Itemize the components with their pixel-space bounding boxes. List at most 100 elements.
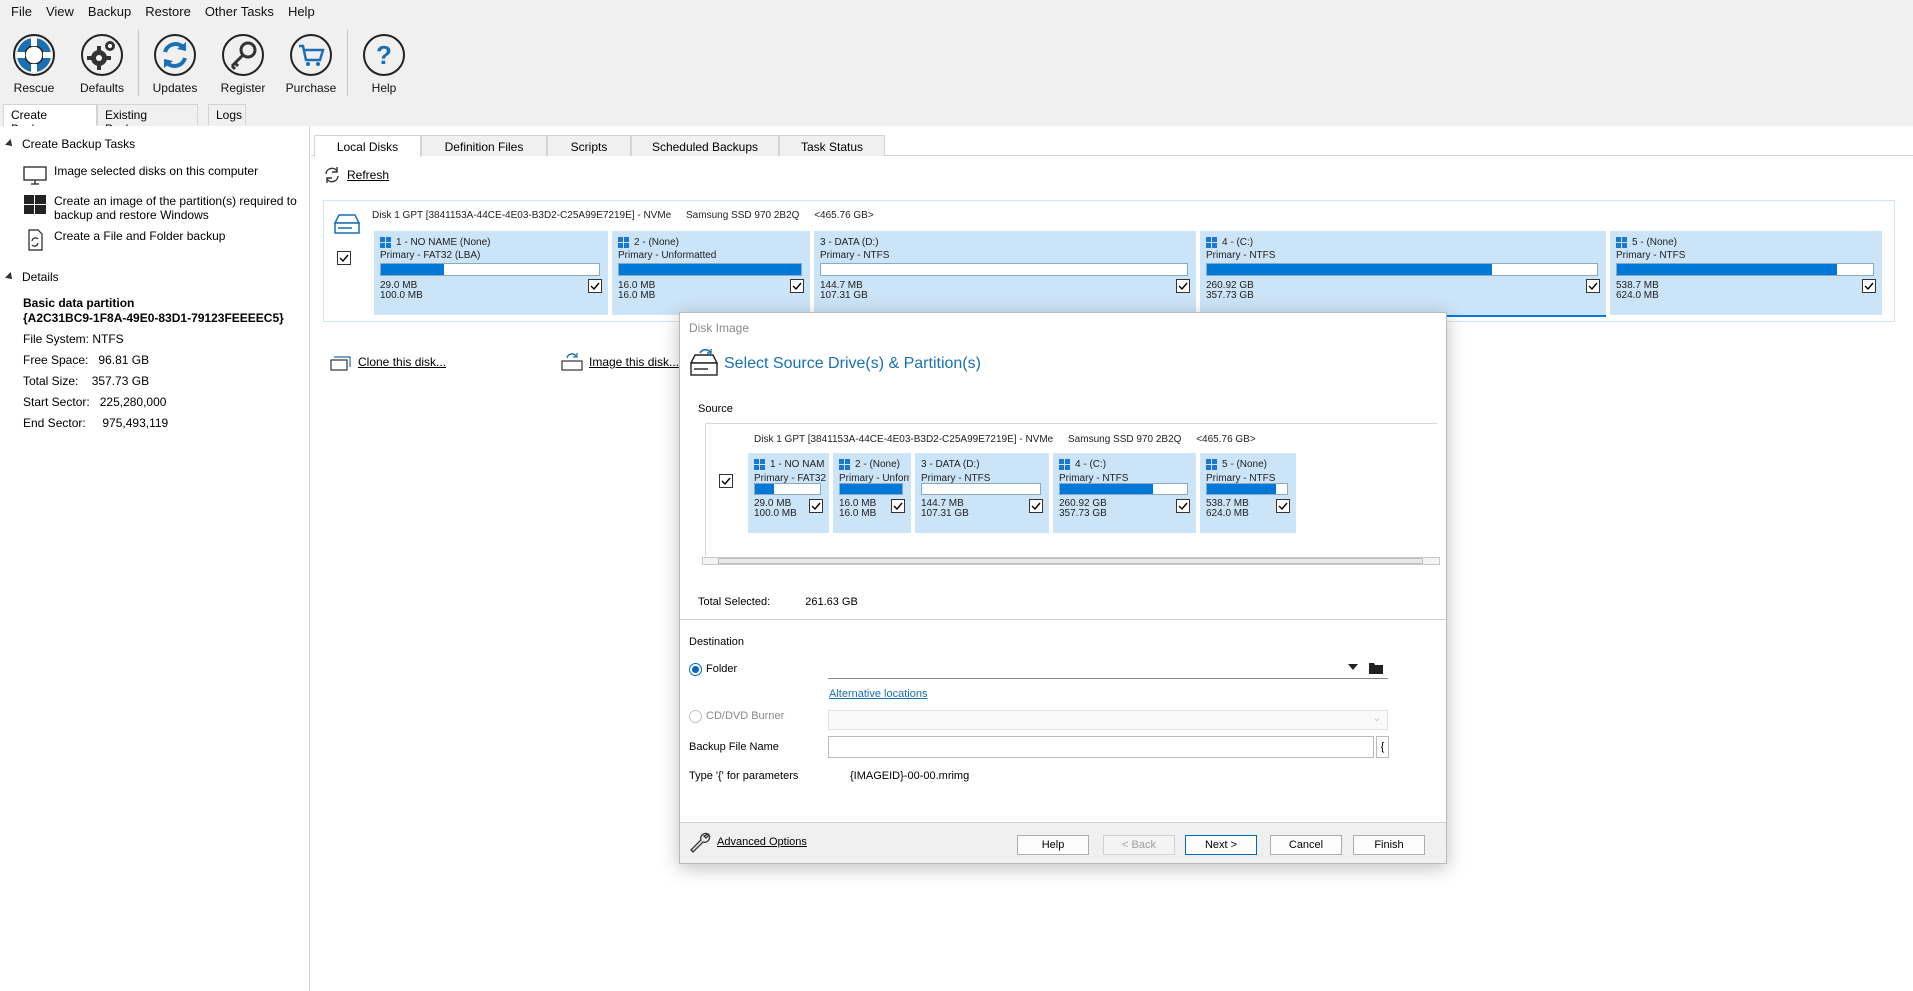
partition-tile[interactable]: 2 - (None)Primary - Unformatt16.0 MB16.0…	[833, 453, 911, 533]
partition-tile[interactable]: 5 - (None) Primary - NTFS 538.7 MB 624.0 MB	[1610, 231, 1882, 315]
help-button[interactable]: ? Help	[350, 22, 418, 102]
partition-usage-bar	[618, 263, 802, 276]
details-end-sector: End Sector: 975,493,119	[23, 416, 168, 430]
finish-button[interactable]: Finish	[1353, 835, 1425, 855]
tab-existing-backups[interactable]: Existing Backups	[97, 104, 198, 136]
checkmark-icon	[893, 502, 903, 511]
menu-view[interactable]: View	[39, 4, 81, 19]
folder-icon[interactable]	[1368, 661, 1384, 675]
windows-icon	[754, 459, 765, 470]
partition-tile[interactable]: 1 - NO NAME (NPrimary - FAT32 (LBA29.0 M…	[748, 453, 829, 533]
clone-disk-label: Clone this disk...	[358, 355, 447, 369]
windows-icon	[380, 237, 391, 248]
cd-burner-select[interactable]: ⌄	[828, 710, 1388, 730]
partition-sizes: 260.92 GB 357.73 GB	[1206, 281, 1254, 301]
partition-total: 357.73 GB	[1206, 290, 1254, 301]
source-disk-size: <465.76 GB>	[1196, 434, 1256, 445]
tab-scheduled-backups[interactable]: Scheduled Backups	[631, 135, 779, 156]
image-disk-link[interactable]: Image this disk...	[561, 352, 679, 372]
partition-tile[interactable]: 2 - (None) Primary - Unformatted 16.0 MB 16…	[612, 231, 810, 315]
partition-usage-bar	[754, 483, 821, 495]
end-value: 975,493,119	[102, 416, 169, 430]
menu-backup[interactable]: Backup	[81, 4, 138, 19]
partition-checkbox[interactable]	[891, 499, 905, 513]
refresh-link[interactable]: Refresh	[323, 166, 389, 184]
partition-usage-bar	[380, 263, 600, 276]
backup-file-name-input[interactable]	[828, 736, 1374, 758]
partition-checkbox[interactable]	[1276, 499, 1290, 513]
insert-parameter-button[interactable]: {	[1376, 736, 1389, 758]
partition-title-text: 3 - DATA (D:)	[820, 237, 879, 248]
details-section-header[interactable]: Details	[5, 270, 59, 284]
menu-restore[interactable]: Restore	[138, 4, 198, 19]
clone-disk-link[interactable]: Clone this disk...	[330, 352, 446, 372]
windows-icon	[839, 459, 850, 470]
partition-total: 16.0 MB	[618, 290, 656, 301]
defaults-button[interactable]: Defaults	[68, 22, 136, 102]
cd-burner-radio[interactable]	[689, 710, 702, 723]
dialog-heading-label: Select Source Drive(s) & Partition(s)	[724, 355, 981, 372]
menu-file[interactable]: File	[4, 4, 39, 19]
task-file-folder[interactable]: Create a File and Folder backup	[22, 229, 225, 251]
source-disk-checkbox[interactable]	[719, 474, 733, 488]
details-title: Basic data partition	[23, 296, 135, 310]
folder-path-input[interactable]	[828, 657, 1388, 679]
register-button[interactable]: Register	[209, 22, 277, 102]
tab-create-backups[interactable]: Create Backups	[3, 104, 97, 136]
cancel-button[interactable]: Cancel	[1270, 835, 1342, 855]
tasks-section-header[interactable]: Create Backup Tasks	[5, 137, 135, 151]
updates-button[interactable]: Updates	[141, 22, 209, 102]
help-button-dialog[interactable]: Help	[1017, 835, 1089, 855]
menu-other-tasks[interactable]: Other Tasks	[198, 4, 281, 19]
partition-tile[interactable]: 4 - (C:) Primary - NTFS 260.92 GB 357.73 GB	[1053, 453, 1196, 533]
checkmark-icon	[1178, 282, 1188, 291]
partition-checkbox[interactable]	[1176, 279, 1190, 293]
task-image-windows-line2: backup and restore Windows	[54, 208, 209, 222]
partition-checkbox[interactable]	[1862, 279, 1876, 293]
partition-checkbox[interactable]	[1586, 279, 1600, 293]
partition-tile[interactable]: 5 - (None) Primary - NTFS 538.7 MB 624.0 MB	[1200, 453, 1296, 533]
partition-title-text: 2 - (None)	[855, 459, 901, 470]
tab-local-disks[interactable]: Local Disks	[314, 135, 421, 157]
details-file-system: File System: NTFS	[23, 332, 124, 346]
partition-checkbox[interactable]	[1176, 499, 1190, 513]
tab-definition-files[interactable]: Definition Files	[421, 135, 547, 156]
checkmark-icon	[1588, 282, 1598, 291]
sub-tabs: Local Disks Definition Files Scripts Sch…	[311, 132, 1913, 157]
source-scrollbar[interactable]	[702, 557, 1440, 565]
folder-radio[interactable]	[689, 663, 702, 676]
partition-tile[interactable]: 1 - NO NAME (None) Primary - FAT32 (LBA) 2…	[374, 231, 608, 315]
back-button[interactable]: < Back	[1103, 835, 1175, 855]
checkmark-icon	[721, 477, 731, 486]
partition-checkbox[interactable]	[588, 279, 602, 293]
key-icon	[222, 34, 264, 76]
partition-tile[interactable]: 4 - (C:) Primary - NTFS 260.92 GB 357.73 GB	[1200, 231, 1606, 315]
scrollbar-thumb[interactable]	[718, 558, 1423, 564]
partition-tile[interactable]: 3 - DATA (D:) Primary - NTFS 144.7 MB 107.3…	[814, 231, 1196, 315]
partition-tile[interactable]: 3 - DATA (D:) Primary - NTFS 144.7 MB 107.3…	[915, 453, 1049, 533]
partition-title-text: 4 - (C:)	[1222, 237, 1254, 248]
purchase-button[interactable]: Purchase	[277, 22, 345, 102]
partition-total: 107.31 GB	[820, 290, 868, 301]
menu-help[interactable]: Help	[281, 4, 322, 19]
task-image-disks[interactable]: Image selected disks on this computer	[22, 164, 258, 186]
advanced-options-link[interactable]: Advanced Options	[688, 830, 807, 854]
disk-checkbox[interactable]	[337, 251, 351, 265]
partition-checkbox[interactable]	[809, 499, 823, 513]
tab-scripts[interactable]: Scripts	[547, 135, 631, 156]
tab-logs[interactable]: Logs	[208, 104, 246, 125]
partition-checkbox[interactable]	[1029, 499, 1043, 513]
alternative-locations-link[interactable]: Alternative locations	[829, 688, 927, 700]
rescue-button[interactable]: Rescue	[0, 22, 68, 102]
partition-title: 2 - (None)	[839, 459, 907, 470]
dialog-heading: Select Source Drive(s) & Partition(s)	[688, 349, 981, 379]
chevron-down-icon: ⌄	[1372, 713, 1381, 724]
checkmark-icon	[1031, 502, 1041, 511]
partition-checkbox[interactable]	[790, 279, 804, 293]
tab-task-status[interactable]: Task Status	[779, 135, 885, 156]
dropdown-arrow-icon[interactable]	[1348, 664, 1358, 670]
usage-fill	[381, 264, 445, 275]
partition-title-text: 1 - NO NAME (N	[770, 459, 825, 470]
task-image-windows[interactable]: Create an image of the partition(s) requ…	[22, 194, 297, 222]
next-button[interactable]: Next >	[1185, 835, 1257, 855]
